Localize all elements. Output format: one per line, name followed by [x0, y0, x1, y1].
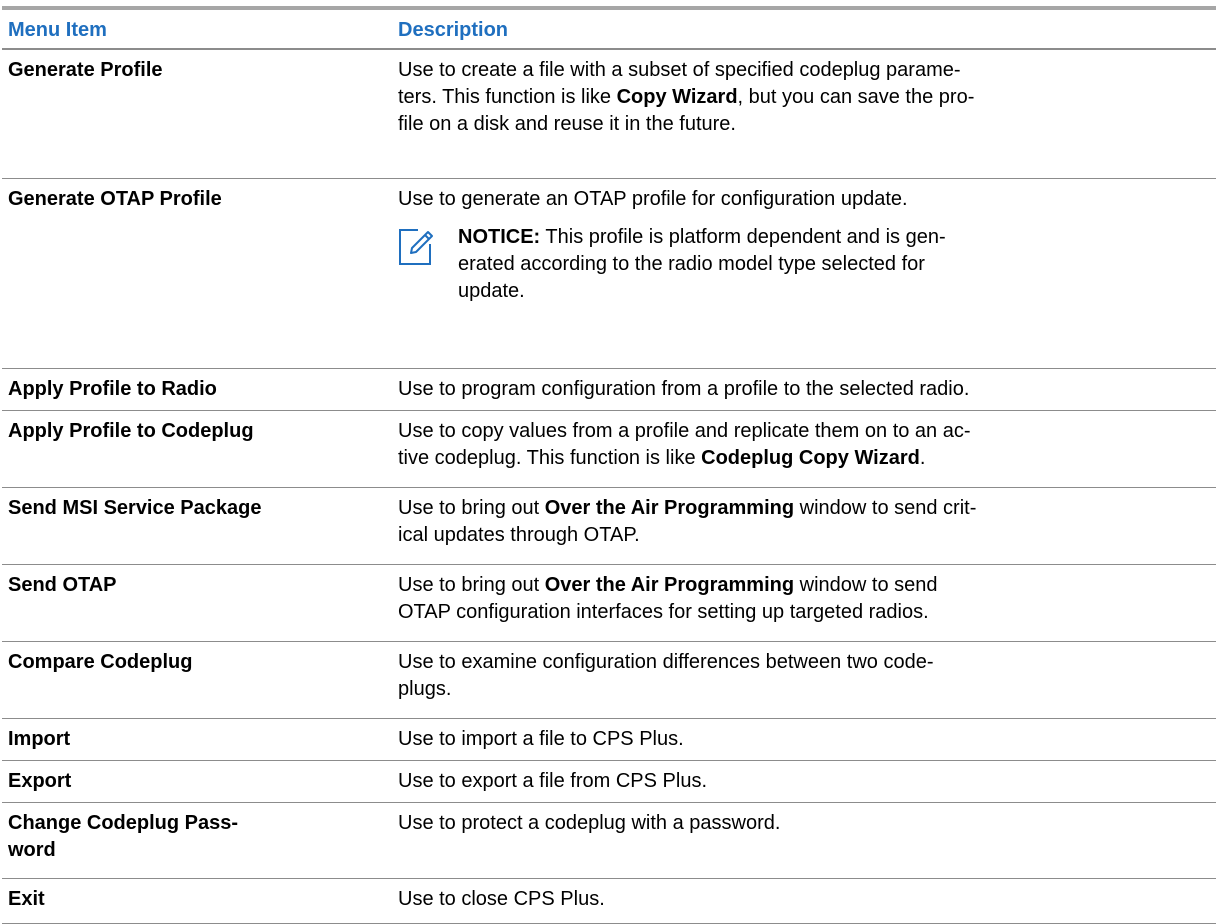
description-segment: window to send	[794, 574, 938, 596]
description-segment: Use to examine configuration differences…	[398, 651, 934, 673]
description-text: Use to copy values from a profile and re…	[398, 418, 1208, 472]
menu-item-description: Use to close CPS Plus.	[398, 879, 1216, 923]
description-text: Use to protect a codeplug with a passwor…	[398, 810, 1208, 837]
description-segment: Use to export a file from CPS Plus.	[398, 770, 708, 792]
description-segment: .	[919, 447, 926, 469]
description-segment: Use to program configuration from a prof…	[398, 378, 970, 400]
menu-item-name: Compare Codeplug	[8, 651, 193, 673]
menu-item-name: Import	[8, 728, 71, 750]
notice-box: NOTICE: This profile is platform depende…	[398, 224, 1208, 305]
description-text: Use to export a file from CPS Plus.	[398, 768, 1208, 795]
menu-item-name: Apply Profile to Codeplug	[8, 420, 254, 442]
header-menu-item: Menu Item	[8, 19, 107, 41]
description-segment: Use to generate an OTAP profile for conf…	[398, 188, 908, 210]
notice-label: NOTICE:	[458, 226, 541, 248]
description-text: Use to import a file to CPS Plus.	[398, 726, 1208, 753]
description-segment: plugs.	[398, 678, 452, 700]
notice-text: NOTICE: This profile is platform depende…	[458, 224, 946, 305]
menu-item-name: Generate Profile	[8, 59, 163, 81]
header-description: Description	[398, 19, 509, 41]
menu-item-name: Export	[8, 770, 72, 792]
description-text: Use to bring out Over the Air Programmin…	[398, 572, 1208, 626]
menu-item-description: Use to copy values from a profile and re…	[398, 411, 1216, 487]
description-text: Use to create a file with a subset of sp…	[398, 57, 1208, 138]
table-row: Send MSI Service Package Use to bring out…	[2, 488, 1216, 565]
description-segment: tive codeplug. This function is like	[398, 447, 702, 469]
menu-item-description: Use to generate an OTAP profile for conf…	[398, 179, 1216, 368]
description-segment: Use to protect a codeplug with a passwor…	[398, 812, 781, 834]
menu-item-description: Use to export a file from CPS Plus.	[398, 761, 1216, 802]
description-text: Use to bring out Over the Air Programmin…	[398, 495, 1208, 549]
table-body: Generate Profile Use to create a file wit…	[2, 50, 1216, 924]
menu-item-description: Use to create a file with a subset of sp…	[398, 50, 1216, 178]
menu-item-name: Send MSI Service Package	[8, 497, 262, 519]
table-row: Apply Profile to Radio Use to program con…	[2, 369, 1216, 411]
table-row: Change Codeplug Pass-word Use to protect …	[2, 803, 1216, 879]
menu-items-table: Menu Item Description Generate Profile Us…	[2, 6, 1216, 924]
menu-item-name: Change Codeplug Pass-word	[8, 812, 239, 861]
menu-item-description: Use to program configuration from a prof…	[398, 369, 1216, 410]
description-segment: Use to import a file to CPS Plus.	[398, 728, 684, 750]
pencil-note-icon	[398, 228, 434, 266]
description-segment: window to send crit-	[794, 497, 977, 519]
description-text: Use to examine configuration differences…	[398, 649, 1208, 703]
menu-item-description: Use to bring out Over the Air Programmin…	[398, 488, 1216, 564]
bold-term: Codeplug Copy Wizard	[701, 447, 920, 469]
description-text: Use to program configuration from a prof…	[398, 376, 1208, 403]
description-segment: ters. This function is like	[398, 86, 617, 108]
table-row: Generate Profile Use to create a file wit…	[2, 50, 1216, 179]
table-row: Send OTAP Use to bring out Over the Air P…	[2, 565, 1216, 642]
notice-line: This profile is platform dependent and i…	[540, 226, 946, 248]
table-row: Apply Profile to Codeplug Use to copy val…	[2, 411, 1216, 488]
table-row: Exit Use to close CPS Plus.	[2, 879, 1216, 924]
bold-term: Copy Wizard	[616, 86, 738, 108]
notice-line: update.	[458, 280, 525, 302]
menu-item-description: Use to bring out Over the Air Programmin…	[398, 565, 1216, 641]
description-segment: OTAP configuration interfaces for settin…	[398, 601, 929, 623]
menu-item-name: Generate OTAP Profile	[8, 188, 222, 210]
table-header-row: Menu Item Description	[2, 10, 1216, 50]
bold-term: Over the Air Programming	[544, 574, 795, 596]
menu-item-description: Use to import a file to CPS Plus.	[398, 719, 1216, 760]
description-text: Use to close CPS Plus.	[398, 886, 1208, 913]
description-segment: file on a disk and reuse it in the futur…	[398, 113, 736, 135]
table-row: Compare Codeplug Use to examine configura…	[2, 642, 1216, 719]
table-row: Generate OTAP Profile Use to generate an …	[2, 179, 1216, 369]
description-segment: Use to create a file with a subset of sp…	[398, 59, 961, 81]
menu-item-description: Use to protect a codeplug with a passwor…	[398, 803, 1216, 878]
table-row: Export Use to export a file from CPS Plus…	[2, 761, 1216, 803]
description-segment: ical updates through OTAP.	[398, 524, 640, 546]
menu-item-name: Send OTAP	[8, 574, 117, 596]
notice-line: erated according to the radio model type…	[458, 253, 925, 275]
description-segment: Use to bring out	[398, 497, 545, 519]
table-row: Import Use to import a file to CPS Plus.	[2, 719, 1216, 761]
description-segment: , but you can save the pro-	[737, 86, 975, 108]
description-segment: Use to bring out	[398, 574, 545, 596]
menu-item-name: Apply Profile to Radio	[8, 378, 217, 400]
description-segment: Use to close CPS Plus.	[398, 888, 605, 910]
description-segment: Use to copy values from a profile and re…	[398, 420, 971, 442]
menu-item-name: Exit	[8, 888, 45, 910]
bold-term: Over the Air Programming	[544, 497, 795, 519]
description-text: Use to generate an OTAP profile for conf…	[398, 186, 1208, 213]
menu-item-description: Use to examine configuration differences…	[398, 642, 1216, 718]
